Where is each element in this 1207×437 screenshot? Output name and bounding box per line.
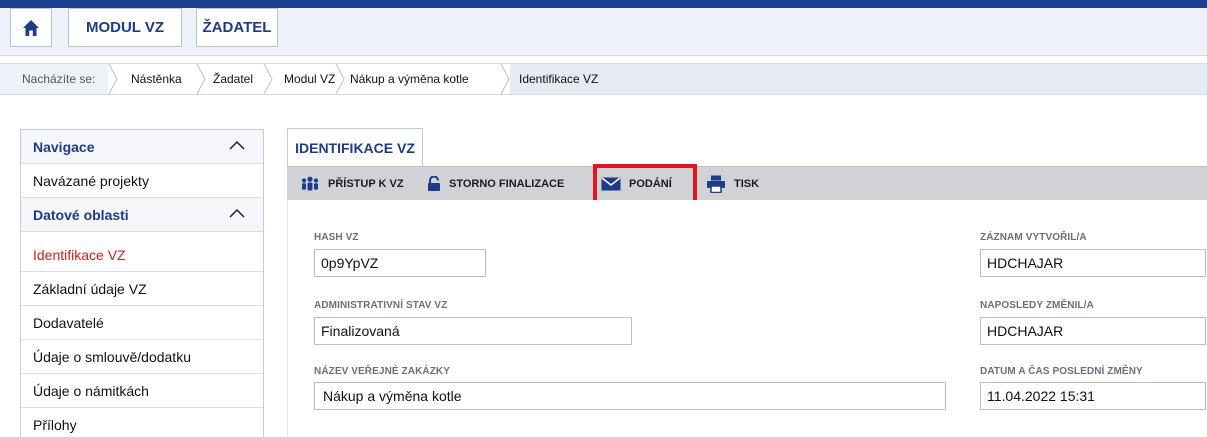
sidebar-item-udaje-o-namitkach[interactable]: Údaje o námitkách xyxy=(21,374,263,408)
sidebar-item-dodavatele[interactable]: Dodavatelé xyxy=(21,306,263,340)
pristup-label: PŘÍSTUP K VZ xyxy=(328,178,404,190)
home-button[interactable] xyxy=(10,8,52,47)
zaznam-vytvoril-field[interactable]: HDCHAJAR xyxy=(980,249,1206,277)
nazev-zakazky-field[interactable]: Nákup a výměna kotle xyxy=(314,382,946,410)
sidebar-head-label: Navigace xyxy=(33,138,95,155)
datum-posledni-zmeny-field[interactable]: 11.04.2022 15:31 xyxy=(980,382,1206,410)
home-icon xyxy=(23,19,39,36)
naposledy-zmenil-label: NAPOSLEDY ZMĚNIL/A xyxy=(980,300,1094,311)
chevron-up-icon[interactable] xyxy=(229,140,245,150)
administrativni-stav-field[interactable]: Finalizovaná xyxy=(314,317,632,345)
breadcrumb-item-modul-vz[interactable]: Modul VZ xyxy=(284,64,335,94)
top-bar: MODUL VZ ŽADATEL xyxy=(0,0,1207,56)
tab-identifikace-vz[interactable]: IDENTIFIKACE VZ xyxy=(287,128,423,166)
sidebar-head-datove-oblasti[interactable]: Datové oblasti xyxy=(21,198,263,232)
users-icon xyxy=(301,176,319,191)
tisk-label: TISK xyxy=(734,178,760,190)
nazev-zakazky-label: NÁZEV VEŘEJNÉ ZAKÁZKY xyxy=(314,366,451,377)
breadcrumb-item-zadatel[interactable]: Žadatel xyxy=(213,64,253,94)
breadcrumb-item-current: Identifikace VZ xyxy=(519,72,599,86)
storno-finalizace-button[interactable]: STORNO FINALIZACE xyxy=(427,167,564,201)
zadatel-button[interactable]: ŽADATEL xyxy=(196,8,278,47)
breadcrumb-separator-icon xyxy=(108,64,118,94)
sidebar-item-identifikace-vz[interactable]: Identifikace VZ xyxy=(21,238,263,272)
form-panel: HASH VZ 0p9YpVZ ADMINISTRATIVNÍ STAV VZ … xyxy=(287,200,1207,437)
zaznam-vytvoril-label: ZÁZNAM VYTVOŘIL/A xyxy=(980,232,1087,243)
breadcrumb-lead: Nacházíte se: xyxy=(22,72,96,86)
sidebar-item-udaje-o-smlouve[interactable]: Údaje o smlouvě/dodatku xyxy=(21,340,263,374)
chevron-up-icon[interactable] xyxy=(229,208,245,218)
sidebar-item-navazane-projekty[interactable]: Navázané projekty xyxy=(21,164,263,198)
podani-highlight xyxy=(593,164,697,205)
sidebar-item-prilohy[interactable]: Přílohy xyxy=(21,408,263,437)
unlock-icon xyxy=(428,176,440,191)
sidebar: Navigace Navázané projekty Datové oblast… xyxy=(20,129,264,437)
sidebar-head-navigace[interactable]: Navigace xyxy=(21,130,263,164)
naposledy-zmenil-field[interactable]: HDCHAJAR xyxy=(980,317,1206,345)
datum-posledni-zmeny-label: DATUM A ČAS POSLEDNÍ ZMĚNY xyxy=(980,366,1143,377)
pristup-button[interactable]: PŘÍSTUP K VZ xyxy=(300,167,404,201)
breadcrumb-item-nastenka[interactable]: Nástěnka xyxy=(131,64,182,94)
sidebar-head-label: Datové oblasti xyxy=(33,206,129,223)
breadcrumb-separator-icon xyxy=(196,64,206,94)
breadcrumb: Nacházíte se: Nástěnka Žadatel Modul VZ … xyxy=(0,63,1207,95)
printer-icon xyxy=(707,175,725,193)
hash-vz-label: HASH VZ xyxy=(314,232,359,243)
hash-vz-field[interactable]: 0p9YpVZ xyxy=(314,249,486,277)
action-toolbar: PŘÍSTUP K VZ STORNO FINALIZACE PODÁNÍ TI… xyxy=(287,166,1207,200)
breadcrumb-separator-icon xyxy=(500,64,510,94)
sidebar-item-zakladni-udaje[interactable]: Základní údaje VZ xyxy=(21,272,263,306)
breadcrumb-item-zakazka[interactable]: Nákup a výměna kotle xyxy=(350,64,469,94)
modul-vz-button[interactable]: MODUL VZ xyxy=(68,8,182,47)
tisk-button[interactable]: TISK xyxy=(706,167,759,201)
breadcrumb-separator-icon xyxy=(263,64,273,94)
breadcrumb-separator-icon xyxy=(335,64,345,94)
administrativni-stav-label: ADMINISTRATIVNÍ STAV VZ xyxy=(314,300,448,311)
storno-label: STORNO FINALIZACE xyxy=(449,178,565,190)
